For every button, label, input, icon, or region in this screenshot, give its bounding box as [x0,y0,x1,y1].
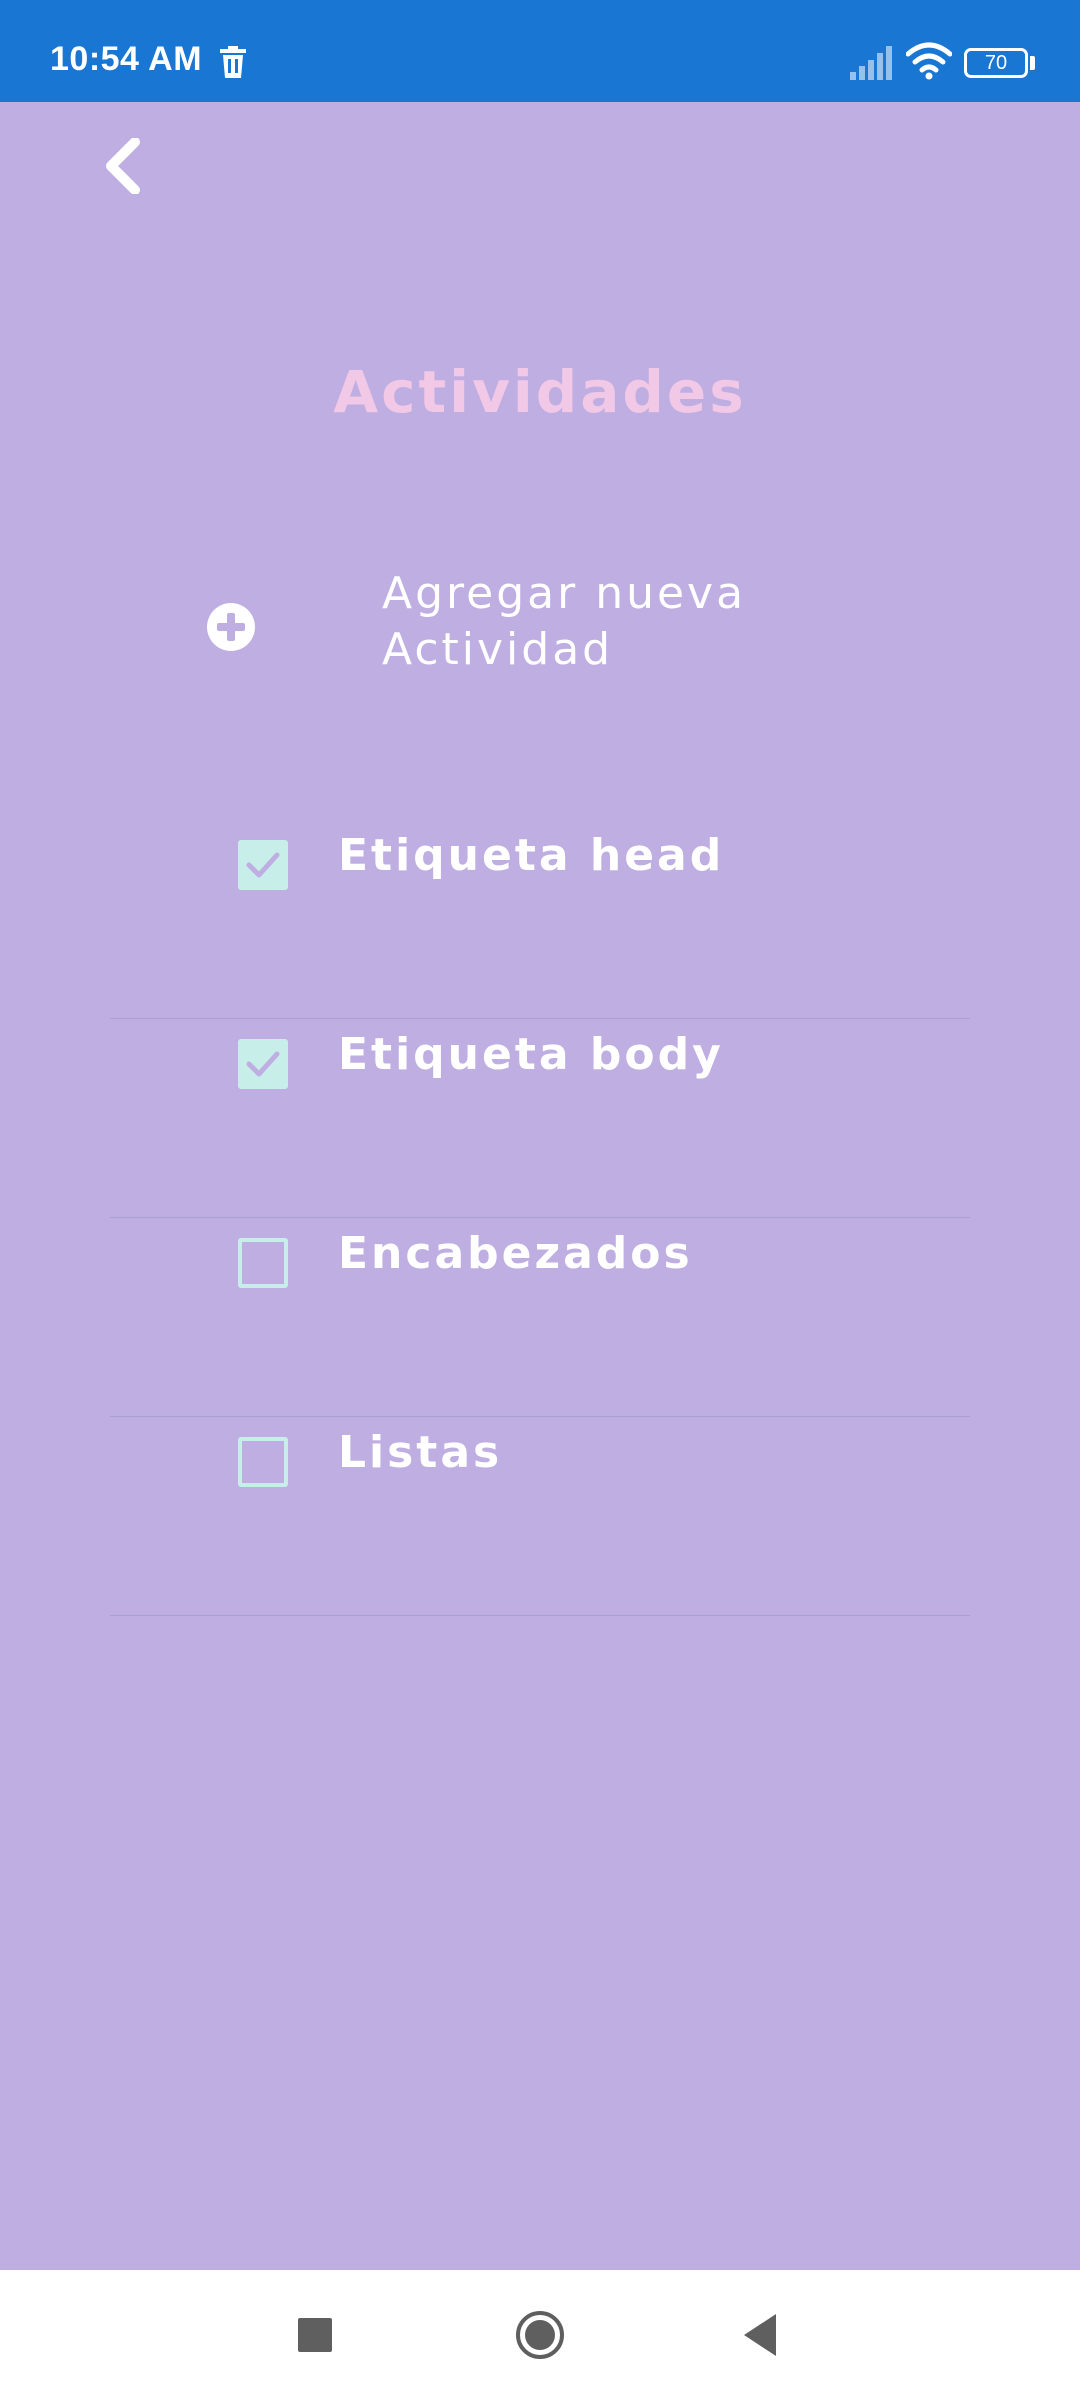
list-item[interactable]: Etiqueta head [110,820,970,1019]
checkbox-listas[interactable] [238,1437,288,1487]
activity-label: Etiqueta head [338,830,725,881]
checkbox-etiqueta-head[interactable] [238,840,288,890]
list-item[interactable]: Listas [110,1417,970,1616]
activity-label: Etiqueta body [338,1029,724,1080]
plus-circle-icon[interactable] [206,602,256,652]
signal-icon [850,46,896,80]
check-icon [246,852,280,878]
back-icon[interactable] [740,2312,780,2358]
checkbox-encabezados[interactable] [238,1238,288,1288]
chevron-left-icon [106,138,140,194]
back-button[interactable] [88,128,158,204]
battery-tip [1030,56,1035,70]
navigation-bar [0,2270,1080,2400]
battery-icon: 70 [964,48,1028,78]
list-item[interactable]: Encabezados [110,1218,970,1417]
checkbox-etiqueta-body[interactable] [238,1039,288,1089]
add-activity-label: Agregar nueva Actividad [382,568,747,675]
activity-list: Etiqueta head Etiqueta body Encabezados … [110,820,970,1616]
wifi-icon [905,42,953,80]
status-time: 10:54 AM [50,40,203,78]
battery-level: 70 [984,52,1008,74]
add-activity-button[interactable]: Agregar nueva Actividad [200,560,860,700]
recents-icon[interactable] [298,2318,332,2352]
activity-label: Encabezados [338,1228,693,1279]
home-icon[interactable] [515,2310,565,2360]
check-icon [246,1051,280,1077]
page-title: Actividades [333,358,747,426]
list-item[interactable]: Etiqueta body [110,1019,970,1218]
activity-label: Listas [338,1427,503,1478]
status-bar: 10:54 AM 70 [0,0,1080,102]
trash-icon [218,46,248,78]
